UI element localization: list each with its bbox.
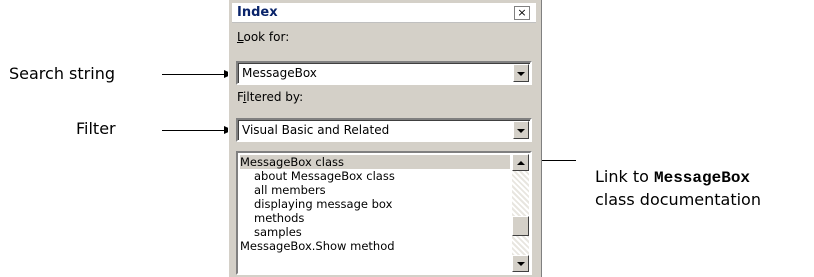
- list-item[interactable]: MessageBox.Show method: [240, 239, 510, 253]
- look-for-value: MessageBox: [242, 66, 317, 80]
- chevron-down-icon: [517, 72, 525, 76]
- results-list[interactable]: MessageBox class about MessageBox class al…: [236, 151, 532, 275]
- filter-dropdown-button[interactable]: [513, 121, 529, 139]
- scroll-up-button[interactable]: [512, 154, 529, 171]
- filter-arrow: [162, 126, 233, 134]
- results-scrollbar[interactable]: [512, 154, 529, 272]
- look-for-input[interactable]: MessageBox: [236, 61, 532, 85]
- look-for-label: Look for:: [237, 30, 290, 44]
- results-items: MessageBox class about MessageBox class al…: [240, 155, 510, 253]
- arrow-up-icon: [517, 161, 525, 165]
- scroll-down-button[interactable]: [512, 255, 529, 272]
- index-window: Index × Look for: MessageBox Filtered by…: [228, 0, 542, 277]
- title-bar: Index ×: [232, 3, 536, 23]
- link-suffix: class documentation: [595, 190, 761, 209]
- look-for-dropdown-button[interactable]: [513, 64, 529, 82]
- filter-callout: Filter: [76, 121, 116, 137]
- filter-value: Visual Basic and Related: [242, 123, 390, 137]
- list-item[interactable]: methods: [240, 211, 510, 225]
- close-icon[interactable]: ×: [514, 6, 530, 20]
- list-item[interactable]: MessageBox class: [240, 155, 510, 169]
- search-string-label: Search string: [9, 64, 115, 83]
- chevron-down-icon: [517, 129, 525, 133]
- list-item[interactable]: all members: [240, 183, 510, 197]
- link-code: MessageBox: [654, 169, 751, 187]
- arrow-down-icon: [517, 262, 525, 266]
- filtered-by-label: Filtered by:: [237, 90, 304, 104]
- filter-select[interactable]: Visual Basic and Related: [236, 118, 532, 142]
- link-callout: Link to MessageBox class documentation: [595, 166, 761, 211]
- list-item[interactable]: displaying message box: [240, 197, 510, 211]
- list-item[interactable]: about MessageBox class: [240, 169, 510, 183]
- search-string-callout: Search string: [9, 66, 115, 82]
- scroll-thumb[interactable]: [512, 216, 529, 236]
- list-item[interactable]: samples: [240, 225, 510, 239]
- link-prefix: Link to: [595, 167, 654, 186]
- search-string-arrow: [162, 70, 233, 78]
- window-title: Index: [237, 5, 278, 20]
- filter-label: Filter: [76, 119, 116, 138]
